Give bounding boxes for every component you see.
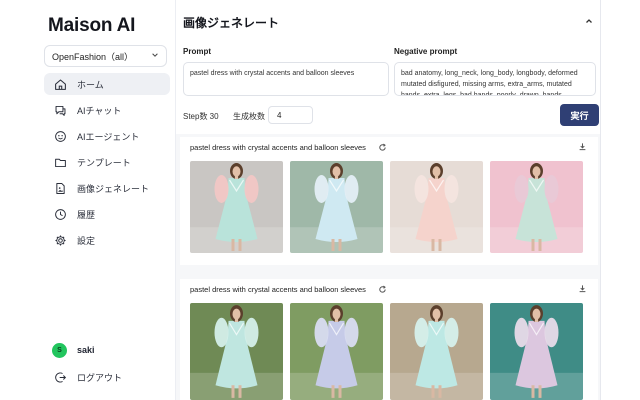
user-name: saki <box>77 345 95 355</box>
org-select[interactable]: OpenFashion（all） <box>44 45 167 67</box>
avatar: S <box>52 342 67 358</box>
fashion-photo <box>490 303 583 400</box>
sidebar-item-history[interactable]: 履歴 <box>44 203 170 225</box>
logout-button[interactable]: ログアウト <box>44 366 170 388</box>
result-prompt: pastel dress with crystal accents and ba… <box>190 285 366 294</box>
result-card: pastel dress with crystal accents and ba… <box>180 137 598 265</box>
home-icon <box>54 79 66 90</box>
download-icon[interactable] <box>578 284 587 293</box>
history-icon <box>54 208 66 220</box>
result-card: pastel dress with crystal accents and ba… <box>180 279 598 400</box>
chevron-up-icon[interactable] <box>584 16 594 26</box>
negative-prompt-label: Negative prompt <box>394 47 458 56</box>
sidebar-item-label: テンプレート <box>77 157 131 168</box>
generated-image-pink-balloons-dress[interactable] <box>490 161 583 253</box>
count-label: 生成枚数 <box>233 112 265 121</box>
sidebar: Maison AI OpenFashion（all） ホーム AIチャット AI… <box>0 0 176 400</box>
image-file-icon <box>55 182 65 194</box>
gear-icon <box>54 234 66 246</box>
generated-image-balloon-park-dress[interactable] <box>290 303 383 400</box>
chat-icon <box>55 105 65 116</box>
org-select-value: OpenFashion（all） <box>52 51 134 62</box>
count-input[interactable]: 4 <box>268 106 313 124</box>
generated-image-studio-blush-sleeve-dress[interactable] <box>190 161 283 253</box>
generated-image-garden-mint-dress[interactable] <box>190 303 283 400</box>
prompt-label: Prompt <box>183 47 211 56</box>
sidebar-item-ai-chat[interactable]: AIチャット <box>44 99 170 121</box>
fashion-photo <box>490 161 583 253</box>
sidebar-item-home[interactable]: ホーム <box>44 73 170 95</box>
window-edge <box>600 0 601 400</box>
logout-icon <box>54 372 66 382</box>
logout-label: ログアウト <box>77 372 123 383</box>
generated-image-balloons-outdoor-dress[interactable] <box>290 161 383 253</box>
generated-image-arch-terrace-dress[interactable] <box>390 303 483 400</box>
run-button[interactable]: 実行 <box>560 104 599 126</box>
app-window: Maison AI OpenFashion（all） ホーム AIチャット AI… <box>0 0 640 400</box>
fashion-photo <box>190 303 283 400</box>
negative-prompt-input[interactable]: bad anatomy, long_neck, long_body, longb… <box>394 62 596 96</box>
page-title: 画像ジェネレート <box>183 16 280 30</box>
sidebar-item-settings[interactable]: 設定 <box>44 229 170 251</box>
agent-icon <box>54 130 66 142</box>
fashion-photo <box>390 303 483 400</box>
main-content: 画像ジェネレート Prompt pastel dress with crysta… <box>176 0 600 400</box>
fashion-photo <box>290 161 383 253</box>
fashion-photo <box>390 161 483 253</box>
download-icon[interactable] <box>578 142 587 151</box>
user-profile[interactable]: S saki <box>48 341 168 359</box>
generated-image-teal-door-dress[interactable] <box>490 303 583 400</box>
fashion-photo <box>190 161 283 253</box>
generated-image-balloon-wall-dress[interactable] <box>390 161 483 253</box>
sidebar-item-image-generate[interactable]: 画像ジェネレート <box>44 177 170 199</box>
result-prompt: pastel dress with crystal accents and ba… <box>190 143 366 152</box>
refresh-icon[interactable] <box>378 285 387 294</box>
sidebar-item-label: 設定 <box>77 235 96 246</box>
generator-form: 画像ジェネレート Prompt pastel dress with crysta… <box>176 0 600 134</box>
step-label: Step数 30 <box>183 112 219 121</box>
sidebar-item-templates[interactable]: テンプレート <box>44 151 170 173</box>
prompt-input[interactable]: pastel dress with crystal accents and ba… <box>183 62 389 96</box>
sidebar-item-label: ホーム <box>77 79 104 90</box>
refresh-icon[interactable] <box>378 143 387 152</box>
sidebar-item-label: AIエージェント <box>77 131 140 142</box>
chevron-down-icon <box>152 53 158 57</box>
fashion-photo <box>290 303 383 400</box>
sidebar-item-label: AIチャット <box>77 105 122 116</box>
sidebar-item-label: 画像ジェネレート <box>77 183 150 194</box>
sidebar-item-label: 履歴 <box>77 209 96 220</box>
folder-icon <box>54 158 66 167</box>
sidebar-item-ai-agent[interactable]: AIエージェント <box>44 125 170 147</box>
app-logo: Maison AI <box>48 15 136 36</box>
